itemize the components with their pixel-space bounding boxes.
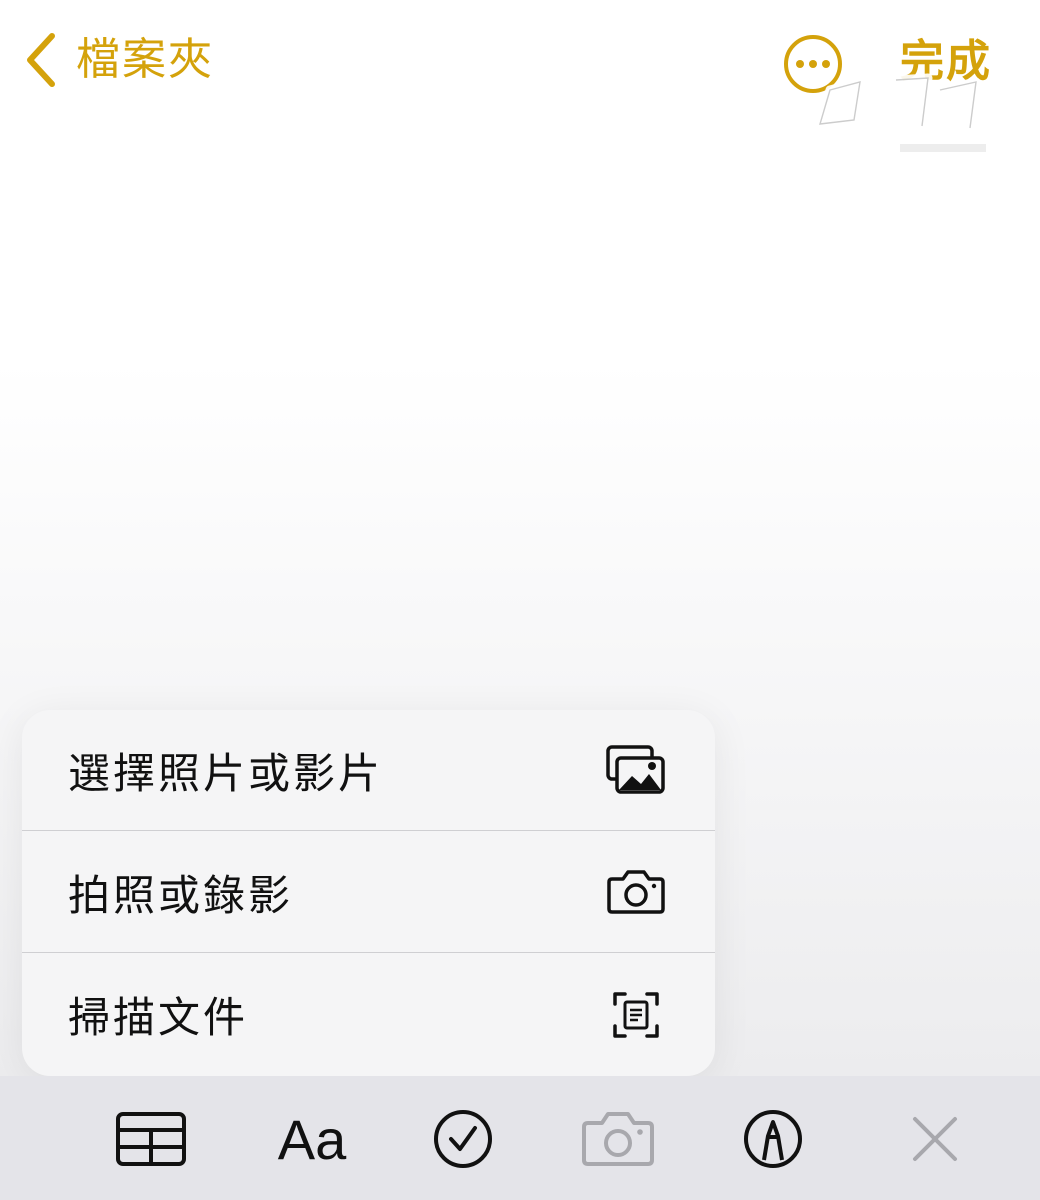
markup-pen-icon bbox=[744, 1110, 802, 1168]
menu-item-take-photo-video[interactable]: 拍照或錄影 bbox=[22, 832, 715, 953]
menu-item-choose-photo-video[interactable]: 選擇照片或影片 bbox=[22, 710, 715, 831]
photo-library-icon bbox=[603, 740, 669, 800]
table-button[interactable] bbox=[112, 1104, 190, 1174]
menu-item-scan-document[interactable]: 掃描文件 bbox=[22, 954, 715, 1075]
scan-document-icon bbox=[603, 985, 669, 1045]
close-toolbar-button[interactable] bbox=[905, 1104, 965, 1174]
menu-item-label: 掃描文件 bbox=[68, 993, 249, 1042]
watermark-logo bbox=[815, 73, 999, 171]
table-icon bbox=[116, 1112, 186, 1166]
checklist-icon bbox=[434, 1110, 492, 1168]
close-icon bbox=[913, 1117, 957, 1161]
markup-button[interactable] bbox=[740, 1104, 806, 1174]
back-button[interactable]: 檔案夾 bbox=[22, 30, 214, 90]
menu-item-label: 選擇照片或影片 bbox=[68, 748, 384, 798]
bottom-toolbar: Aa bbox=[0, 1076, 1040, 1200]
text-format-icon: Aa bbox=[277, 1107, 347, 1171]
menu-item-label: 拍照或錄影 bbox=[68, 870, 294, 920]
camera-button[interactable] bbox=[578, 1104, 658, 1174]
attachment-menu: 選擇照片或影片 拍照或錄影 掃描文件 bbox=[22, 710, 715, 1076]
camera-icon bbox=[603, 862, 669, 922]
chevron-left-icon bbox=[27, 33, 55, 87]
back-button-label: 檔案夾 bbox=[76, 34, 214, 85]
checklist-button[interactable] bbox=[430, 1104, 496, 1174]
text-format-button[interactable]: Aa bbox=[272, 1104, 352, 1174]
camera-icon bbox=[582, 1112, 654, 1166]
